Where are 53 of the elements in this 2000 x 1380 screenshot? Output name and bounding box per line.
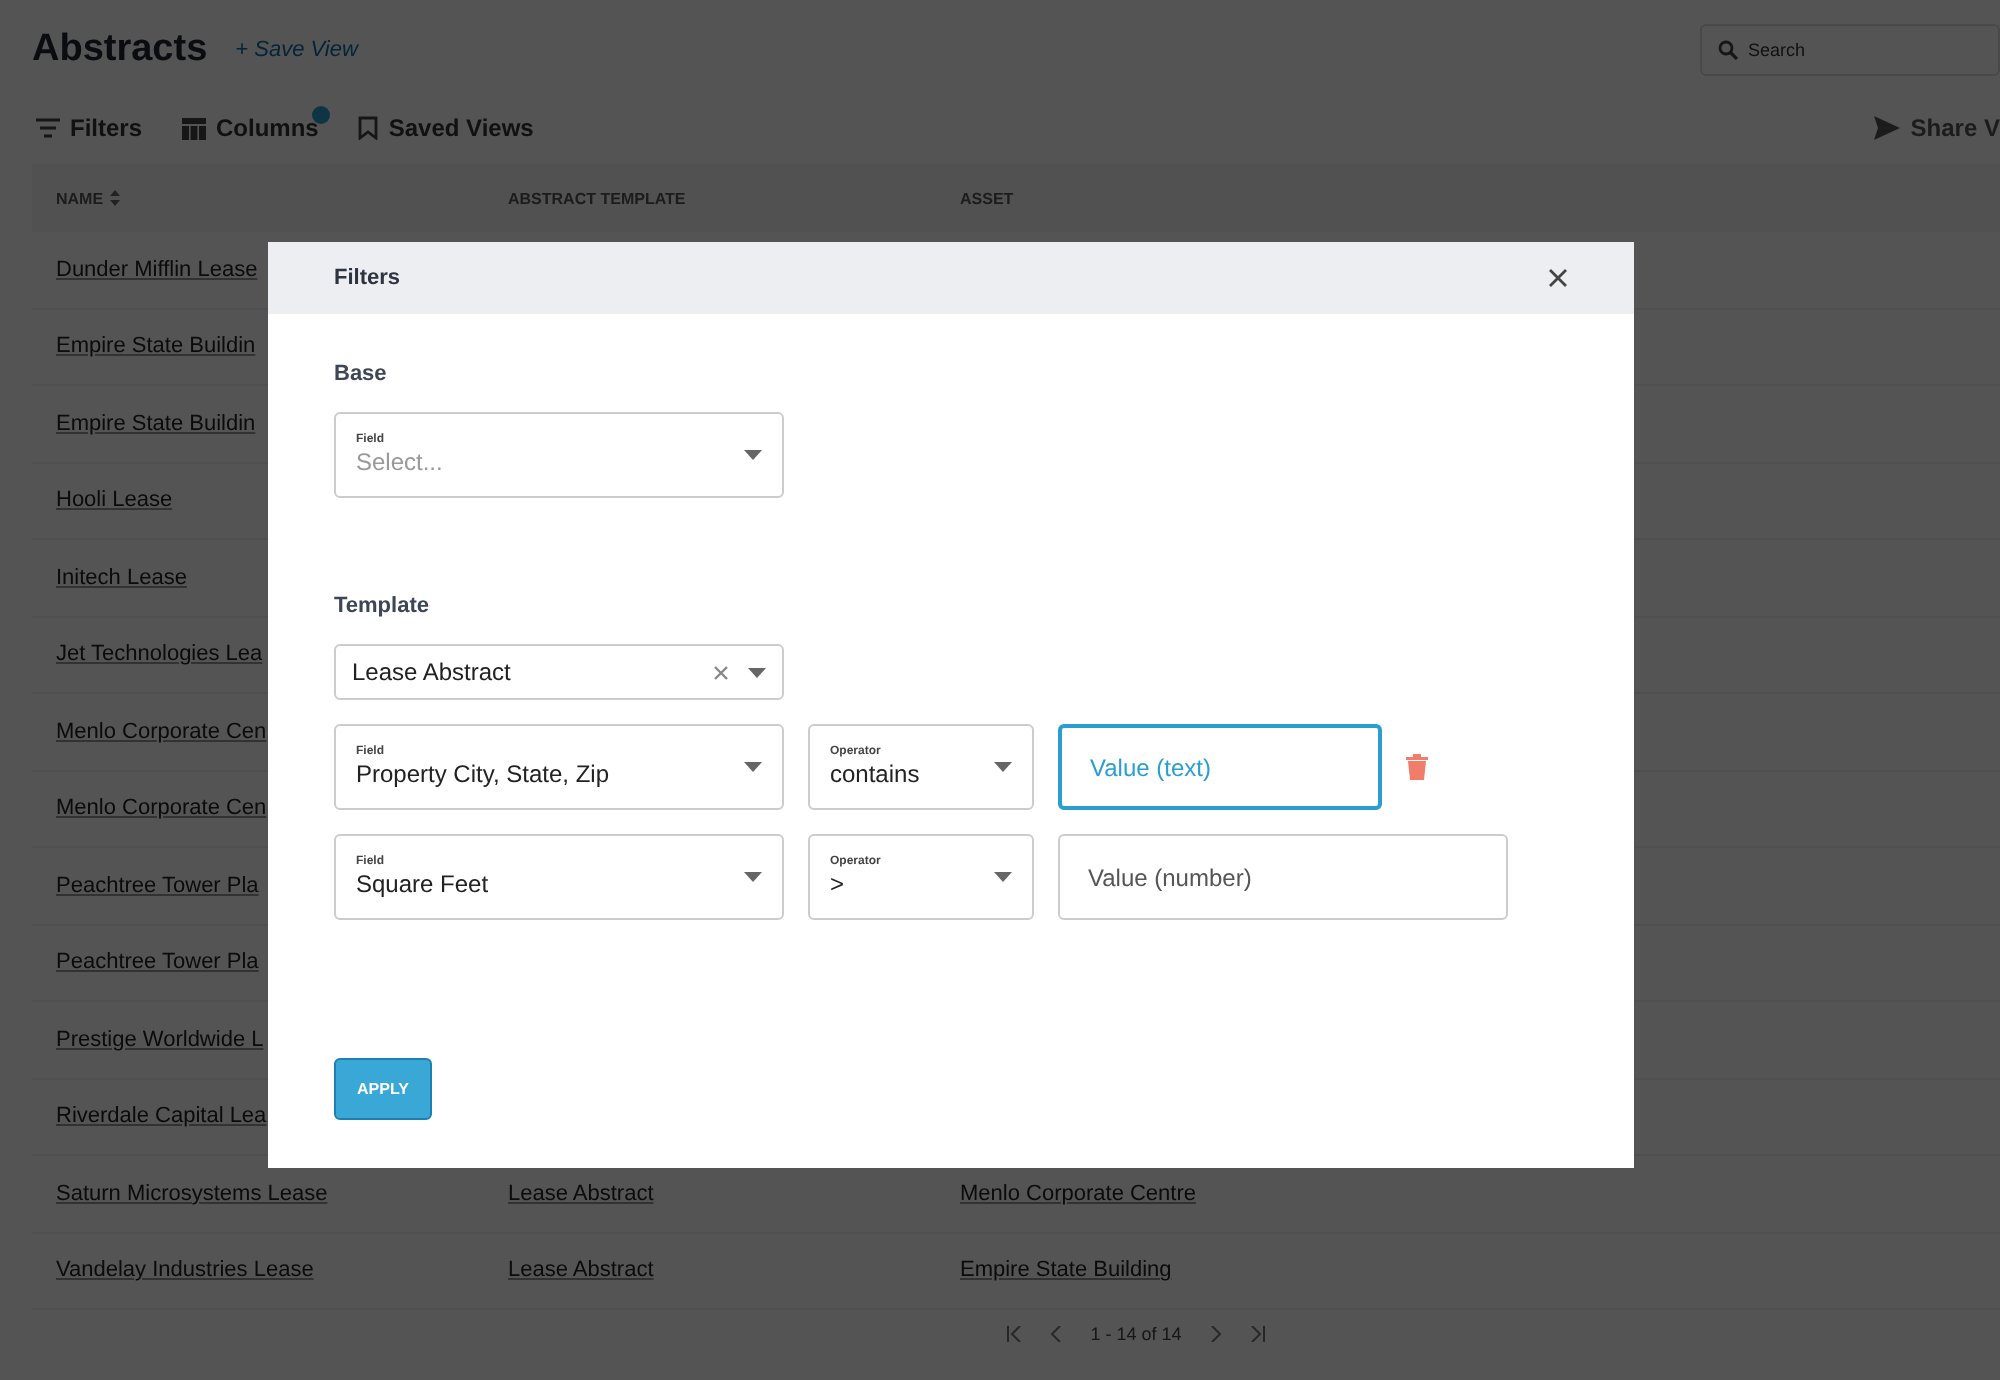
send-icon [1874,116,1901,140]
asset-link[interactable]: Empire State Building [960,1258,1172,1283]
columns-icon [182,117,207,139]
previous-page-icon[interactable] [1050,1326,1063,1342]
template-link[interactable]: Lease Abstract [508,1181,654,1206]
toolbar-button[interactable]: Saved Views [358,114,534,142]
name-link[interactable]: Hooli Lease [56,488,173,513]
caret-icon [744,762,762,772]
trash-icon[interactable] [1406,754,1428,780]
name-link[interactable]: Empire State Buildin [56,411,256,436]
name-link[interactable]: Riverdale Capital Lea [56,1104,267,1129]
name-link[interactable]: Saturn Microsystems Lease [56,1181,328,1206]
name-link[interactable]: Vandelay Industries Lease [56,1258,314,1283]
first-page-icon[interactable] [1006,1326,1023,1342]
name-link[interactable]: Prestige Worldwide L [56,1027,264,1052]
section-heading: Template [334,594,431,618]
caret-icon [744,872,762,882]
caret-icon [744,450,762,460]
toolbar-button[interactable]: Columns [182,114,319,142]
next-page-icon[interactable] [1209,1326,1222,1342]
name-link[interactable]: Initech Lease [56,565,187,590]
page-title: Abstracts [32,28,208,72]
last-page-icon[interactable] [1249,1326,1266,1342]
close-icon[interactable] [1548,268,1568,288]
save-view-link[interactable]: + Save View [235,38,358,62]
apply-button[interactable]: APPLY [334,1058,432,1120]
asset-link[interactable]: Menlo Corporate Centre [960,1181,1197,1206]
template-select[interactable]: Lease Abstract [334,644,784,700]
share-button[interactable]: Share V [1874,114,2000,142]
caret-icon [994,872,1012,882]
name-link[interactable]: Empire State Buildin [56,334,256,359]
value-field[interactable]: Value (number) [1058,834,1508,920]
search-input[interactable]: Search [1748,40,1968,60]
name-link[interactable]: Jet Technologies Lea [56,642,263,667]
caret-icon [994,762,1012,772]
search-icon [1718,40,1738,60]
name-link[interactable]: Dunder Mifflin Lease [56,257,258,282]
toolbar-button[interactable]: Filters [36,114,143,142]
page-range: 1 - 14 of 14 [1090,1324,1182,1344]
bookmark-icon [358,116,379,140]
section-heading: Base [334,362,389,386]
value-field[interactable]: Value (text) [1058,724,1382,810]
name-link[interactable]: Peachtree Tower Pla [56,873,259,898]
name-link[interactable]: Menlo Corporate Cen [56,719,267,744]
name-link[interactable]: Peachtree Tower Pla [56,950,259,975]
filter-icon [36,118,60,138]
name-link[interactable]: Menlo Corporate Cen [56,796,267,821]
clear-icon[interactable] [714,665,728,679]
template-link[interactable]: Lease Abstract [508,1258,654,1283]
sort-icon [109,190,120,206]
search-field[interactable]: Search [1700,24,2000,76]
caret-icon [748,667,766,677]
dialog-title: Filters [334,266,401,290]
